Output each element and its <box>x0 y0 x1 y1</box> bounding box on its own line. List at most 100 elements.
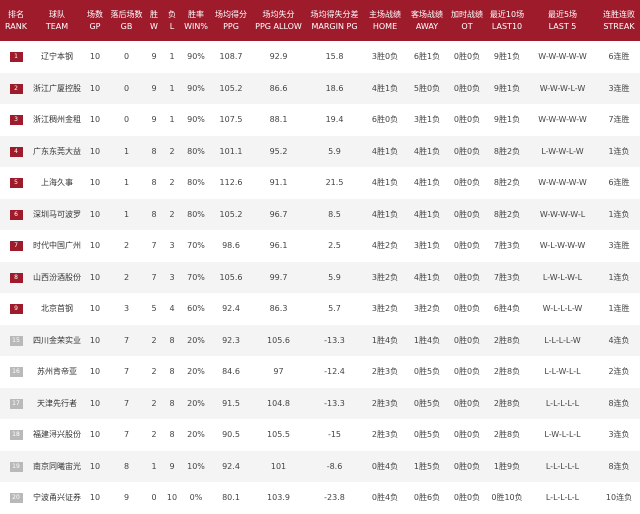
points-per-game: 101.1 <box>219 146 243 156</box>
away-record: 4胜1负 <box>413 209 441 219</box>
column-header-cn: 最近10场 <box>489 9 525 19</box>
table-row[interactable]: 5 上海久事 10 1 8 2 80% 112.6 91.1 21.5 4胜1负 4胜1负 0胜0负 8胜… <box>0 167 640 199</box>
team-name[interactable]: 深圳马可波罗 <box>32 199 82 231</box>
team-name[interactable]: 上海久事 <box>32 167 82 199</box>
games-behind: 0 <box>123 52 130 62</box>
home-record: 4胜1负 <box>371 209 399 219</box>
margin: 2.5 <box>328 241 341 251</box>
team-name[interactable]: 山西汾酒股份 <box>32 262 82 294</box>
away-record: 4胜1负 <box>413 146 441 156</box>
team-name[interactable]: 南京同曦宙光 <box>32 451 82 483</box>
points-allowed: 104.8 <box>267 398 290 408</box>
table-row[interactable]: 15 四川金荣实业 10 7 2 8 20% 92.3 105.6 -13.3 1胜4负 1胜4负 0胜… <box>0 324 640 357</box>
table-row[interactable]: 8 山西汾酒股份 10 2 7 3 70% 105.6 99.7 5.9 3胜2负 4胜1负 0胜0负 7… <box>0 261 640 294</box>
table-row[interactable]: 6 深圳马可波罗 10 1 8 2 80% 105.2 96.7 8.5 4胜1负 4胜1负 0胜0负 8… <box>0 198 640 231</box>
away-record: 3胜2负 <box>413 304 441 314</box>
rank-cell: 20 <box>0 482 32 514</box>
points-per-game: 108.7 <box>219 52 243 62</box>
ot-record: 0胜0负 <box>453 241 481 251</box>
games-played: 10 <box>89 83 101 93</box>
win-pct: 80% <box>187 146 205 156</box>
table-row[interactable]: 16 苏州肯帝亚 10 7 2 8 20% 84.6 97 -12.4 2胜3负 0胜5负 0胜0负 2胜… <box>0 356 640 388</box>
wins: 1 <box>151 461 157 471</box>
team-name[interactable]: 宁波甬兴证券 <box>32 482 82 514</box>
team-name[interactable]: 广东东莞大益 <box>32 136 82 168</box>
away-record: 0胜5负 <box>413 367 441 377</box>
table-row[interactable]: 17 天津先行者 10 7 2 8 20% 91.5 104.8 -13.3 2胜3负 0胜5负 0胜0… <box>0 387 640 420</box>
games-played: 10 <box>89 493 101 503</box>
last-5: L-L-L-L-L <box>545 398 580 408</box>
margin: 19.4 <box>325 115 344 125</box>
ot-record: 0胜0负 <box>453 335 481 345</box>
team-name[interactable]: 苏州肯帝亚 <box>32 356 82 388</box>
column-header-margin-pg[interactable]: 场均得失分差 MARGIN PG <box>306 0 363 41</box>
points-allowed: 99.7 <box>269 272 288 282</box>
last-10: 8胜2负 <box>493 178 521 188</box>
column-header-gb[interactable]: 落后场数 GB <box>108 0 145 41</box>
column-header-gp[interactable]: 场数 GP <box>82 0 108 41</box>
table-row[interactable]: 3 浙江稠州金租 10 0 9 1 90% 107.5 88.1 19.4 6胜0负 3胜1负 0胜0负… <box>0 104 640 136</box>
team-name[interactable]: 辽宁本钢 <box>32 41 82 73</box>
table-row[interactable]: 18 福建浔兴股份 10 7 2 8 20% 90.5 105.5 -15 2胜3负 0胜5负 0胜0负… <box>0 419 640 451</box>
wins: 8 <box>151 178 157 188</box>
points-per-game: 92.4 <box>222 461 240 471</box>
column-header-last10[interactable]: 最近10场 LAST10 <box>487 0 527 41</box>
streak: 8连负 <box>608 461 630 471</box>
table-row[interactable]: 2 浙江广厦控股 10 0 9 1 90% 105.2 86.6 18.6 4胜1负 5胜0负 0胜0负… <box>0 72 640 105</box>
table-row[interactable]: 4 广东东莞大益 10 1 8 2 80% 101.1 95.2 5.9 4胜1负 4胜1负 0胜0负 8… <box>0 135 640 168</box>
column-header-ppg[interactable]: 场均得分 PPG <box>211 0 251 41</box>
points-per-game: 105.2 <box>219 83 243 93</box>
team-name[interactable]: 浙江广厦控股 <box>32 73 82 105</box>
rank-badge: 1 <box>9 52 23 63</box>
column-header-w[interactable]: 胜W <box>145 0 163 41</box>
losses: 1 <box>169 52 175 62</box>
column-header-ppg-allow[interactable]: 场均失分 PPG ALLOW <box>251 0 306 41</box>
column-header-ot[interactable]: 加时战绩 OT <box>447 0 487 41</box>
column-header-cn: 球队 <box>49 9 65 19</box>
column-header-en: LAST 5 <box>548 21 577 31</box>
margin: -23.8 <box>324 493 345 503</box>
points-allowed: 86.6 <box>269 83 288 93</box>
points-per-game: 90.5 <box>222 430 240 440</box>
games-played: 10 <box>89 209 101 219</box>
losses: 1 <box>169 83 175 93</box>
table-row[interactable]: 19 南京同曦宙光 10 8 1 9 10% 92.4 101 -8.6 0胜4负 1胜5负 0胜0负 1… <box>0 450 640 483</box>
column-header-rank[interactable]: 排名 RANK <box>0 0 32 41</box>
streak: 7连胜 <box>608 115 630 125</box>
table-row[interactable]: 1 辽宁本钢 10 0 9 1 90% 108.7 92.9 15.8 3胜0负 6胜1负 0胜0负 9胜… <box>0 41 640 73</box>
column-header-away[interactable]: 客场战绩 AWAY <box>407 0 447 41</box>
column-header-home[interactable]: 主场战绩 HOME <box>363 0 407 41</box>
rank-badge: 9 <box>9 304 23 315</box>
team-name[interactable]: 北京首钢 <box>32 293 82 325</box>
team-name[interactable]: 天津先行者 <box>32 388 82 420</box>
games-played: 10 <box>89 52 101 62</box>
column-header-streak[interactable]: 连胜连败 STREAK <box>598 0 640 41</box>
points-allowed: 95.2 <box>269 146 288 156</box>
team-name[interactable]: 时代中国广州 <box>32 230 82 262</box>
wins: 9 <box>151 115 157 125</box>
rank-cell: 1 <box>0 41 32 73</box>
column-header-l[interactable]: 负L <box>163 0 181 41</box>
table-row[interactable]: 9 北京首钢 10 3 5 4 60% 92.4 86.3 5.7 3胜2负 3胜2负 0胜0负 6胜4负… <box>0 293 640 325</box>
wins: 5 <box>151 304 157 314</box>
games-played: 10 <box>89 115 101 125</box>
rank-badge: 19 <box>9 461 23 472</box>
rank-badge: 2 <box>9 83 23 94</box>
column-header-win[interactable]: 胜率 WIN% <box>181 0 211 41</box>
losses: 1 <box>169 115 175 125</box>
points-per-game: 105.6 <box>219 272 243 282</box>
home-record: 4胜2负 <box>371 241 399 251</box>
column-header-last-5[interactable]: 最近5场 LAST 5 <box>527 0 598 41</box>
last-10: 1胜9负 <box>493 461 521 471</box>
margin: -13.3 <box>324 398 345 408</box>
home-record: 2胜3负 <box>371 430 399 440</box>
games-behind: 7 <box>123 335 130 345</box>
games-behind: 1 <box>123 146 130 156</box>
table-row[interactable]: 20 宁波甬兴证券 10 9 0 10 0% 80.1 103.9 -23.8 0胜4负 0胜6负 0胜… <box>0 482 640 514</box>
team-name[interactable]: 浙江稠州金租 <box>32 104 82 136</box>
column-header-team[interactable]: 球队 TEAM <box>32 0 82 41</box>
column-header-en: PPG ALLOW <box>255 21 302 31</box>
table-row[interactable]: 7 时代中国广州 10 2 7 3 70% 98.6 96.1 2.5 4胜2负 3胜1负 0胜0负 7胜… <box>0 230 640 262</box>
team-name[interactable]: 四川金荣实业 <box>32 325 82 357</box>
team-name[interactable]: 福建浔兴股份 <box>32 419 82 451</box>
